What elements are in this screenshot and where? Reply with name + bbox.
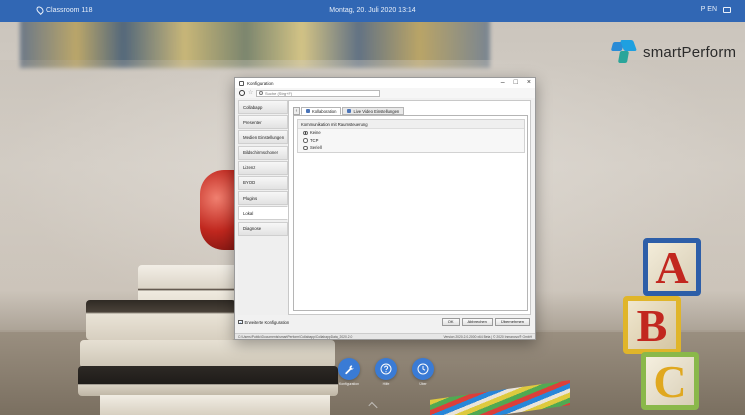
screen-icon[interactable] [723, 6, 731, 13]
close-icon[interactable]: × [527, 79, 531, 86]
language-selector[interactable]: P EN [701, 6, 717, 13]
extended-config-checkbox[interactable]: ✓ [238, 319, 243, 325]
config-sidebar: Collabapp Presenter Medien Einstellungen… [238, 100, 288, 315]
sidebar-item-media-settings[interactable]: Medien Einstellungen [238, 130, 288, 145]
tab-bar: ‹ Kollaboration Live Video Einstellungen [293, 107, 405, 115]
sidebar-item-screensaver[interactable]: Bildschirmschoner [238, 145, 288, 160]
about-button[interactable] [412, 358, 434, 380]
wrench-icon [344, 364, 354, 374]
group-title: Kommunikation mit Raumsteuerung [298, 120, 524, 129]
tab-panel: Kommunikation mit Raumsteuerung Keine TC… [293, 115, 528, 311]
status-path: C:\Users\Public\Documents\smartPerform\C… [238, 334, 353, 339]
datetime-label: Montag, 20. Juli 2020 13:14 [329, 7, 416, 14]
room-control-group: Kommunikation mit Raumsteuerung Keine TC… [297, 119, 525, 153]
dialog-titlebar[interactable]: Konfiguration – □ × [235, 78, 535, 88]
radio-option-serial[interactable]: Seriell [298, 144, 524, 152]
top-bar: Classroom 118 Montag, 20. Juli 2020 13:1… [0, 0, 745, 22]
cancel-button[interactable]: Abbrechen [461, 318, 493, 326]
bottom-dock: Konfiguration Hilfe Über [335, 358, 437, 386]
status-version: Version 2020.2.0.2000 x64 Beta | © 2020 … [443, 334, 532, 339]
radio-button[interactable] [303, 145, 308, 150]
radio-option-tcp[interactable]: TCP [298, 137, 524, 145]
config-content: ‹ Kollaboration Live Video Einstellungen… [288, 100, 531, 315]
radio-button[interactable] [303, 130, 308, 135]
sidebar-item-presenter[interactable]: Presenter [238, 115, 288, 130]
configuration-button[interactable] [338, 358, 360, 380]
status-bar: C:\Users\Public\Documents\smartPerform\C… [235, 333, 535, 339]
sidebar-item-license[interactable]: Lizenz [238, 160, 288, 175]
dock-label: Über [419, 382, 427, 386]
dialog-footer: ✓ Erweiterte Konfiguration OK Abbrechen … [238, 318, 532, 326]
apply-button[interactable]: Übernehmen [494, 318, 530, 326]
help-button[interactable] [375, 358, 397, 380]
dock-label: Konfiguration [339, 382, 359, 386]
logo-text: smartPerform [643, 43, 737, 61]
dock-label: Hilfe [382, 382, 390, 386]
ok-button[interactable]: OK [441, 318, 460, 326]
letter-block-c: C [641, 352, 699, 410]
tab-collaboration[interactable]: Kollaboration [301, 107, 342, 115]
logo-icon [610, 40, 638, 64]
book-stack-item [100, 395, 330, 415]
sidebar-item-byod[interactable]: BYOD [238, 175, 288, 190]
book-stack-item [78, 366, 338, 396]
tab-scroll-left-icon[interactable]: ‹ [293, 107, 300, 115]
extended-config-label: Erweiterte Konfiguration [244, 319, 290, 325]
star-icon[interactable]: ☆ [248, 90, 253, 96]
smartperform-logo: smartPerform [610, 40, 737, 64]
letter-block-a: A [643, 238, 701, 296]
book-stack-item [80, 340, 335, 368]
book-stack-item [86, 300, 236, 340]
search-icon [259, 91, 263, 95]
sidebar-item-diagnosis[interactable]: Diagnose [238, 221, 288, 236]
minimize-icon[interactable]: – [501, 79, 505, 86]
dock-item-configuration[interactable]: Konfiguration [335, 358, 363, 386]
maximize-icon[interactable]: □ [514, 79, 518, 86]
dock-item-about[interactable]: Über [409, 358, 437, 386]
configuration-dialog: Konfiguration – □ × ☆ Collabapp Presente… [234, 77, 536, 340]
search-field[interactable] [256, 89, 380, 97]
radio-option-none[interactable]: Keine [298, 129, 524, 137]
gear-icon[interactable] [239, 90, 245, 96]
radio-button[interactable] [303, 138, 308, 143]
dialog-title: Konfiguration [247, 80, 274, 86]
sidebar-item-plugins[interactable]: Plugins [238, 191, 288, 206]
collaboration-icon [306, 109, 310, 113]
tab-live-video-settings[interactable]: Live Video Einstellungen [342, 107, 405, 115]
question-icon [380, 363, 392, 375]
dock-item-help[interactable]: Hilfe [372, 358, 400, 386]
clock-icon [417, 363, 429, 375]
search-input[interactable] [265, 90, 375, 96]
window-icon [239, 80, 244, 86]
sidebar-item-collabapp[interactable]: Collabapp [238, 100, 288, 114]
video-icon [347, 109, 352, 113]
letter-block-b: B [623, 296, 681, 354]
sidebar-item-local[interactable]: Lokal [238, 206, 288, 221]
